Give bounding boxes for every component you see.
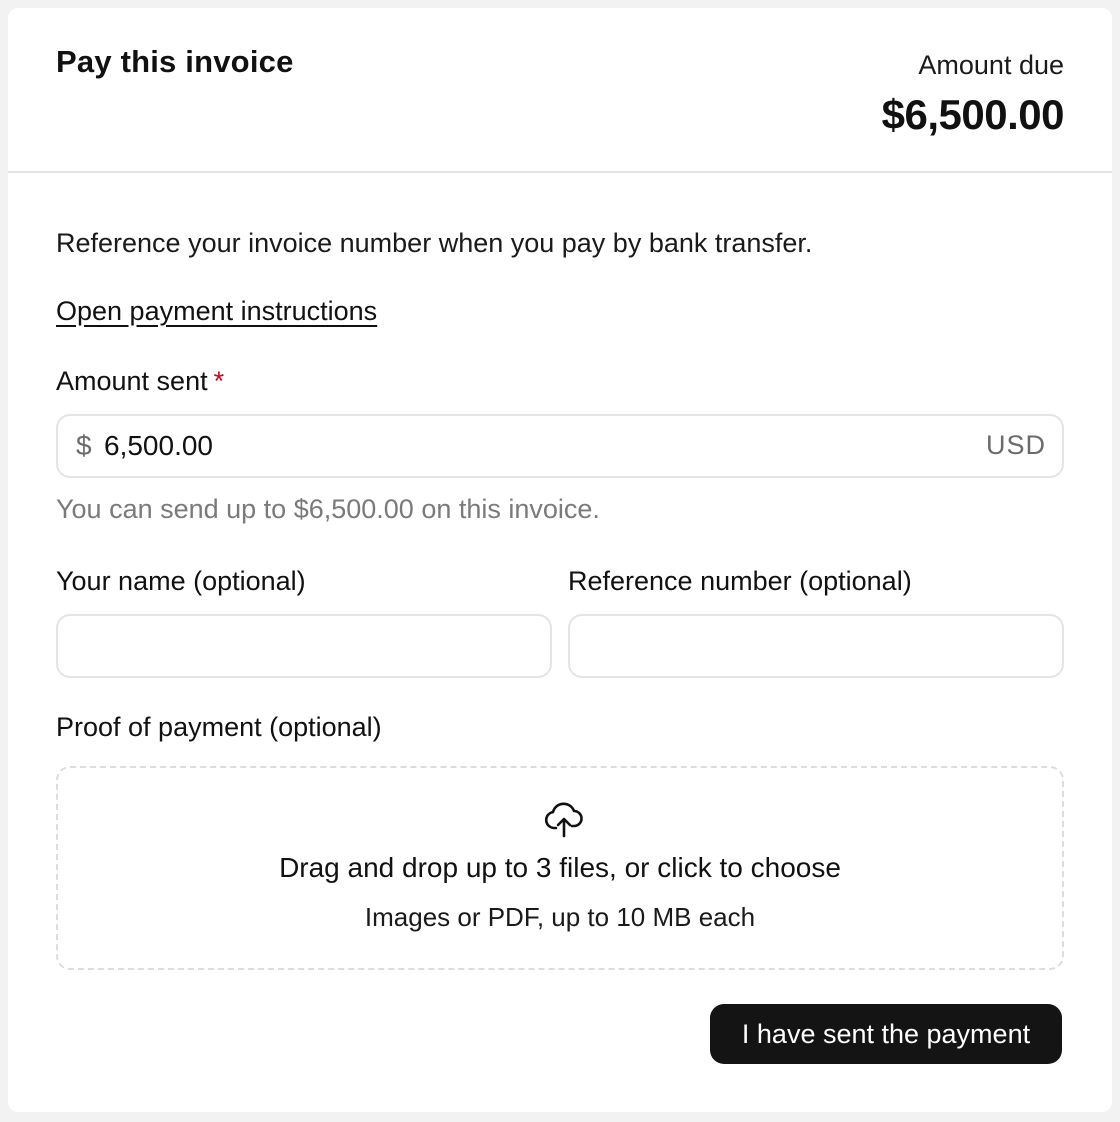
page-title: Pay this invoice bbox=[56, 44, 294, 79]
currency-symbol: $ bbox=[76, 430, 92, 461]
intro-text: Reference your invoice number when you p… bbox=[56, 228, 813, 258]
amount-sent-input[interactable] bbox=[104, 430, 904, 462]
amount-helper-text: You can send up to $6,500.00 on this inv… bbox=[56, 494, 600, 524]
amount-due-block: Amount due $6,500.00 bbox=[881, 48, 1065, 142]
amount-due-label: Amount due bbox=[918, 50, 1064, 80]
currency-code: USD bbox=[985, 430, 1046, 460]
file-dropzone[interactable]: Drag and drop up to 3 files, or click to… bbox=[56, 766, 1064, 970]
reference-number-input[interactable] bbox=[568, 614, 1064, 678]
required-marker: * bbox=[213, 366, 225, 396]
dropzone-subtitle: Images or PDF, up to 10 MB each bbox=[364, 902, 756, 932]
amount-due-value: $6,500.00 bbox=[881, 91, 1065, 138]
your-name-label: Your name (optional) bbox=[56, 566, 306, 596]
amount-sent-field[interactable]: $ USD bbox=[56, 414, 1064, 478]
amount-sent-label: Amount sent * bbox=[56, 366, 224, 397]
amount-sent-label-text: Amount sent bbox=[56, 366, 208, 396]
cloud-upload-icon bbox=[544, 802, 583, 838]
card-header: Pay this invoice Amount due $6,500.00 bbox=[8, 8, 1112, 173]
proof-of-payment-label: Proof of payment (optional) bbox=[56, 712, 382, 742]
reference-number-label: Reference number (optional) bbox=[568, 566, 912, 596]
payment-card: Pay this invoice Amount due $6,500.00 Re… bbox=[8, 8, 1112, 1112]
dropzone-title: Drag and drop up to 3 files, or click to… bbox=[279, 852, 841, 883]
submit-payment-button[interactable]: I have sent the payment bbox=[710, 1004, 1062, 1064]
your-name-input[interactable] bbox=[56, 614, 552, 678]
payment-instructions-link[interactable]: Open payment instructions bbox=[56, 296, 377, 327]
